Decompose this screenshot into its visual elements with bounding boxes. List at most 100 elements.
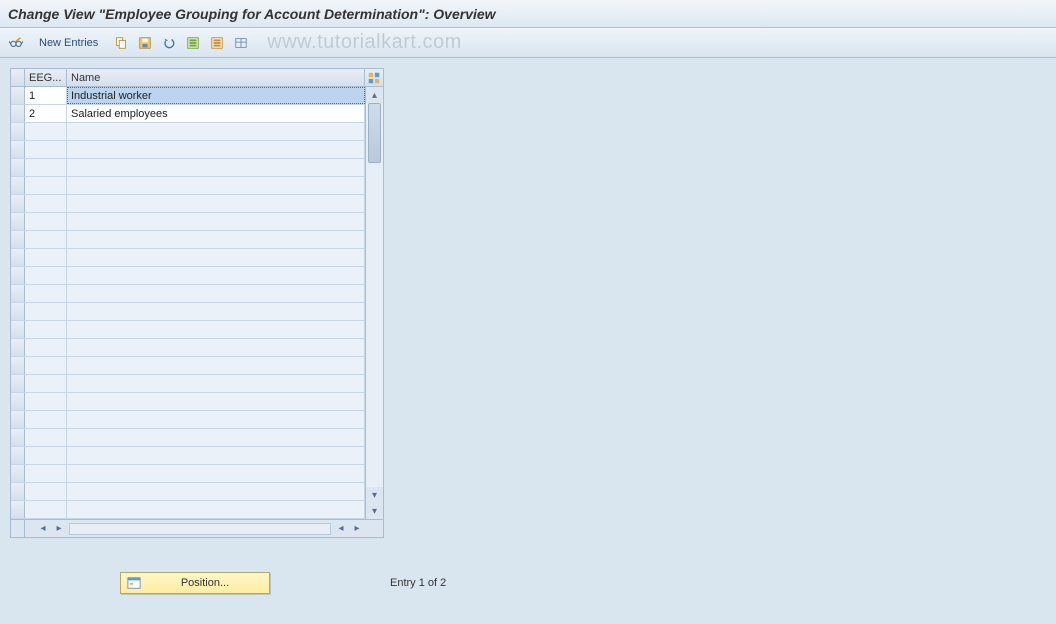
cell-name[interactable] <box>67 375 365 392</box>
row-selector[interactable] <box>11 213 25 230</box>
table-row[interactable] <box>11 483 365 501</box>
undo-button[interactable] <box>159 33 179 53</box>
table-row[interactable] <box>11 375 365 393</box>
table-row[interactable] <box>11 429 365 447</box>
cell-eeg[interactable] <box>25 285 67 302</box>
cell-eeg[interactable] <box>25 357 67 374</box>
deselect-all-button[interactable] <box>207 33 227 53</box>
cell-eeg[interactable] <box>25 429 67 446</box>
table-row[interactable] <box>11 249 365 267</box>
cell-eeg[interactable] <box>25 375 67 392</box>
table-row[interactable] <box>11 177 365 195</box>
column-settings-button[interactable] <box>365 69 383 86</box>
scroll-down-icon[interactable]: ▾ <box>367 487 383 503</box>
cell-eeg[interactable] <box>25 249 67 266</box>
row-selector[interactable] <box>11 159 25 176</box>
table-row[interactable]: 2Salaried employees <box>11 105 365 123</box>
cell-eeg[interactable] <box>25 339 67 356</box>
hscroll-left2-icon[interactable]: ◂ <box>333 521 349 537</box>
cell-eeg[interactable] <box>25 123 67 140</box>
cell-name[interactable] <box>67 483 365 500</box>
cell-eeg[interactable] <box>25 159 67 176</box>
select-all-button[interactable] <box>183 33 203 53</box>
new-entries-button[interactable]: New Entries <box>30 33 107 53</box>
table-row[interactable] <box>11 501 365 519</box>
cell-eeg[interactable] <box>25 447 67 464</box>
cell-name[interactable] <box>67 411 365 428</box>
row-selector[interactable] <box>11 303 25 320</box>
table-row[interactable] <box>11 393 365 411</box>
cell-name[interactable] <box>67 303 365 320</box>
table-row[interactable] <box>11 195 365 213</box>
cell-eeg[interactable] <box>25 501 67 518</box>
hscroll-right-icon[interactable]: ▸ <box>51 521 67 537</box>
table-row[interactable] <box>11 141 365 159</box>
cell-name[interactable] <box>67 141 365 158</box>
scroll-thumb[interactable] <box>368 103 381 163</box>
scroll-up-icon[interactable]: ▴ <box>367 87 383 103</box>
cell-name[interactable] <box>67 393 365 410</box>
vertical-scrollbar[interactable]: ▴ ▾ ▾ <box>365 87 383 519</box>
print-button[interactable] <box>231 33 251 53</box>
hscroll-right2-icon[interactable]: ▸ <box>349 521 365 537</box>
cell-name[interactable] <box>67 339 365 356</box>
row-selector[interactable] <box>11 483 25 500</box>
cell-name[interactable]: Salaried employees <box>67 105 365 122</box>
row-selector[interactable] <box>11 105 25 122</box>
row-selector[interactable] <box>11 447 25 464</box>
row-selector[interactable] <box>11 393 25 410</box>
row-selector[interactable] <box>11 141 25 158</box>
cell-name[interactable] <box>67 231 365 248</box>
table-row[interactable] <box>11 285 365 303</box>
cell-eeg[interactable]: 2 <box>25 105 67 122</box>
cell-eeg[interactable] <box>25 483 67 500</box>
cell-eeg[interactable]: 1 <box>25 87 67 104</box>
column-header-name[interactable]: Name <box>67 69 365 86</box>
table-row[interactable] <box>11 303 365 321</box>
row-selector[interactable] <box>11 249 25 266</box>
row-selector[interactable] <box>11 267 25 284</box>
row-selector[interactable] <box>11 501 25 518</box>
hscroll-left-icon[interactable]: ◂ <box>35 521 51 537</box>
cell-name[interactable] <box>67 195 365 212</box>
scroll-down-end-icon[interactable]: ▾ <box>367 503 383 519</box>
table-row[interactable] <box>11 357 365 375</box>
scroll-track[interactable] <box>366 103 383 487</box>
row-selector[interactable] <box>11 177 25 194</box>
cell-name[interactable] <box>67 159 365 176</box>
row-selector[interactable] <box>11 321 25 338</box>
column-header-eeg[interactable]: EEG... <box>25 69 67 86</box>
cell-name[interactable] <box>67 177 365 194</box>
row-selector[interactable] <box>11 123 25 140</box>
table-row[interactable] <box>11 411 365 429</box>
cell-name[interactable] <box>67 357 365 374</box>
table-row[interactable]: 1Industrial worker <box>11 87 365 105</box>
cell-eeg[interactable] <box>25 465 67 482</box>
position-button[interactable]: Position... <box>120 572 270 594</box>
table-row[interactable] <box>11 465 365 483</box>
save-button[interactable] <box>135 33 155 53</box>
cell-eeg[interactable] <box>25 141 67 158</box>
table-row[interactable] <box>11 159 365 177</box>
row-selector[interactable] <box>11 87 25 104</box>
row-selector[interactable] <box>11 429 25 446</box>
row-selector[interactable] <box>11 231 25 248</box>
table-row[interactable] <box>11 321 365 339</box>
cell-eeg[interactable] <box>25 393 67 410</box>
cell-eeg[interactable] <box>25 303 67 320</box>
cell-eeg[interactable] <box>25 267 67 284</box>
cell-name[interactable] <box>67 249 365 266</box>
cell-eeg[interactable] <box>25 213 67 230</box>
hscroll-track[interactable] <box>69 523 331 535</box>
cell-name[interactable] <box>67 447 365 464</box>
row-selector-header[interactable] <box>11 69 25 86</box>
table-row[interactable] <box>11 123 365 141</box>
cell-name[interactable] <box>67 429 365 446</box>
cell-name[interactable] <box>67 213 365 230</box>
cell-name[interactable] <box>67 267 365 284</box>
cell-name[interactable] <box>67 465 365 482</box>
row-selector[interactable] <box>11 375 25 392</box>
cell-eeg[interactable] <box>25 321 67 338</box>
cell-name[interactable]: Industrial worker <box>67 87 365 104</box>
row-selector[interactable] <box>11 465 25 482</box>
